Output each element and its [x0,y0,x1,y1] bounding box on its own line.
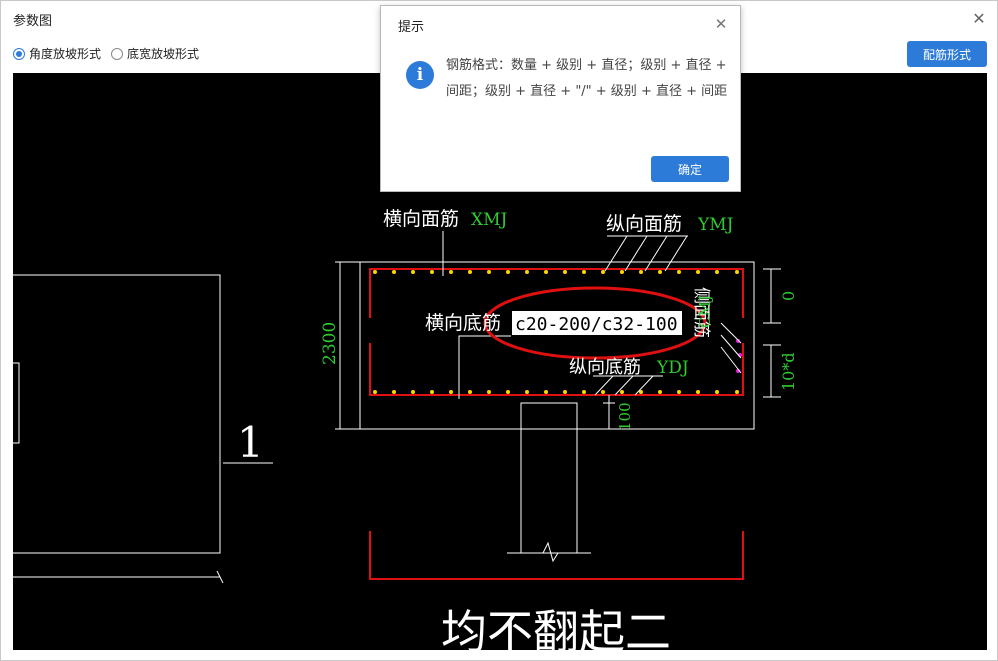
dim-top-offset: 0 [779,291,798,301]
radio-width-slope-label: 底宽放坡形式 [127,47,200,61]
label-top-transverse: 横向面筋 [383,208,459,230]
rebar-value-text[interactable]: c20-200/c32-100 [515,314,678,335]
dimension-lines [335,261,781,430]
code-ydj: YDJ [656,358,689,378]
tip-dialog: 提示 ✕ i 钢筋格式：数量 + 级别 + 直径；级别 + 直径 + 间距；级别… [380,5,741,192]
radio-angle-slope-label: 角度放坡形式 [29,47,102,61]
dim-side: 10*d [779,352,798,391]
code-xmj: XMJ [471,210,508,230]
label-top-longitudinal: 纵向面筋 [606,213,682,235]
radio-width-slope[interactable]: 底宽放坡形式 [111,45,199,62]
dialog-message: 钢筋格式：数量 + 级别 + 直径；级别 + 直径 + 间距；级别 + 直径 +… [446,58,728,99]
parameter-diagram-window: 参数图 ✕ 角度放坡形式 底宽放坡形式 配筋形式 1 横向面筋 XMJ 纵向面筋… [0,0,998,661]
info-icon: i [406,61,434,89]
code-ymj: YMJ [697,215,734,235]
rebar-form-button[interactable]: 配筋形式 [907,41,987,67]
dialog-ok-button[interactable]: 确定 [651,156,729,182]
label-bottom-transverse: 横向底筋 [425,312,501,334]
dialog-title: 提示 [398,20,425,35]
label-bottom-longitudinal: 纵向底筋 [569,357,641,378]
dim-bottom-cover: 100 [616,402,634,431]
radio-checked-icon [13,47,25,60]
section-mark-label: 1 [237,418,264,467]
radio-angle-slope[interactable]: 角度放坡形式 [13,45,101,62]
code-cmj: CMJ [696,295,714,328]
radio-unchecked-icon [111,47,123,60]
dialog-close-icon[interactable]: ✕ [711,14,731,34]
window-title: 参数图 [13,14,53,29]
close-icon[interactable]: ✕ [969,9,989,29]
dim-height: 2300 [320,322,340,365]
bottom-caption: 均不翻起二 [441,605,671,650]
left-structure [13,274,273,584]
